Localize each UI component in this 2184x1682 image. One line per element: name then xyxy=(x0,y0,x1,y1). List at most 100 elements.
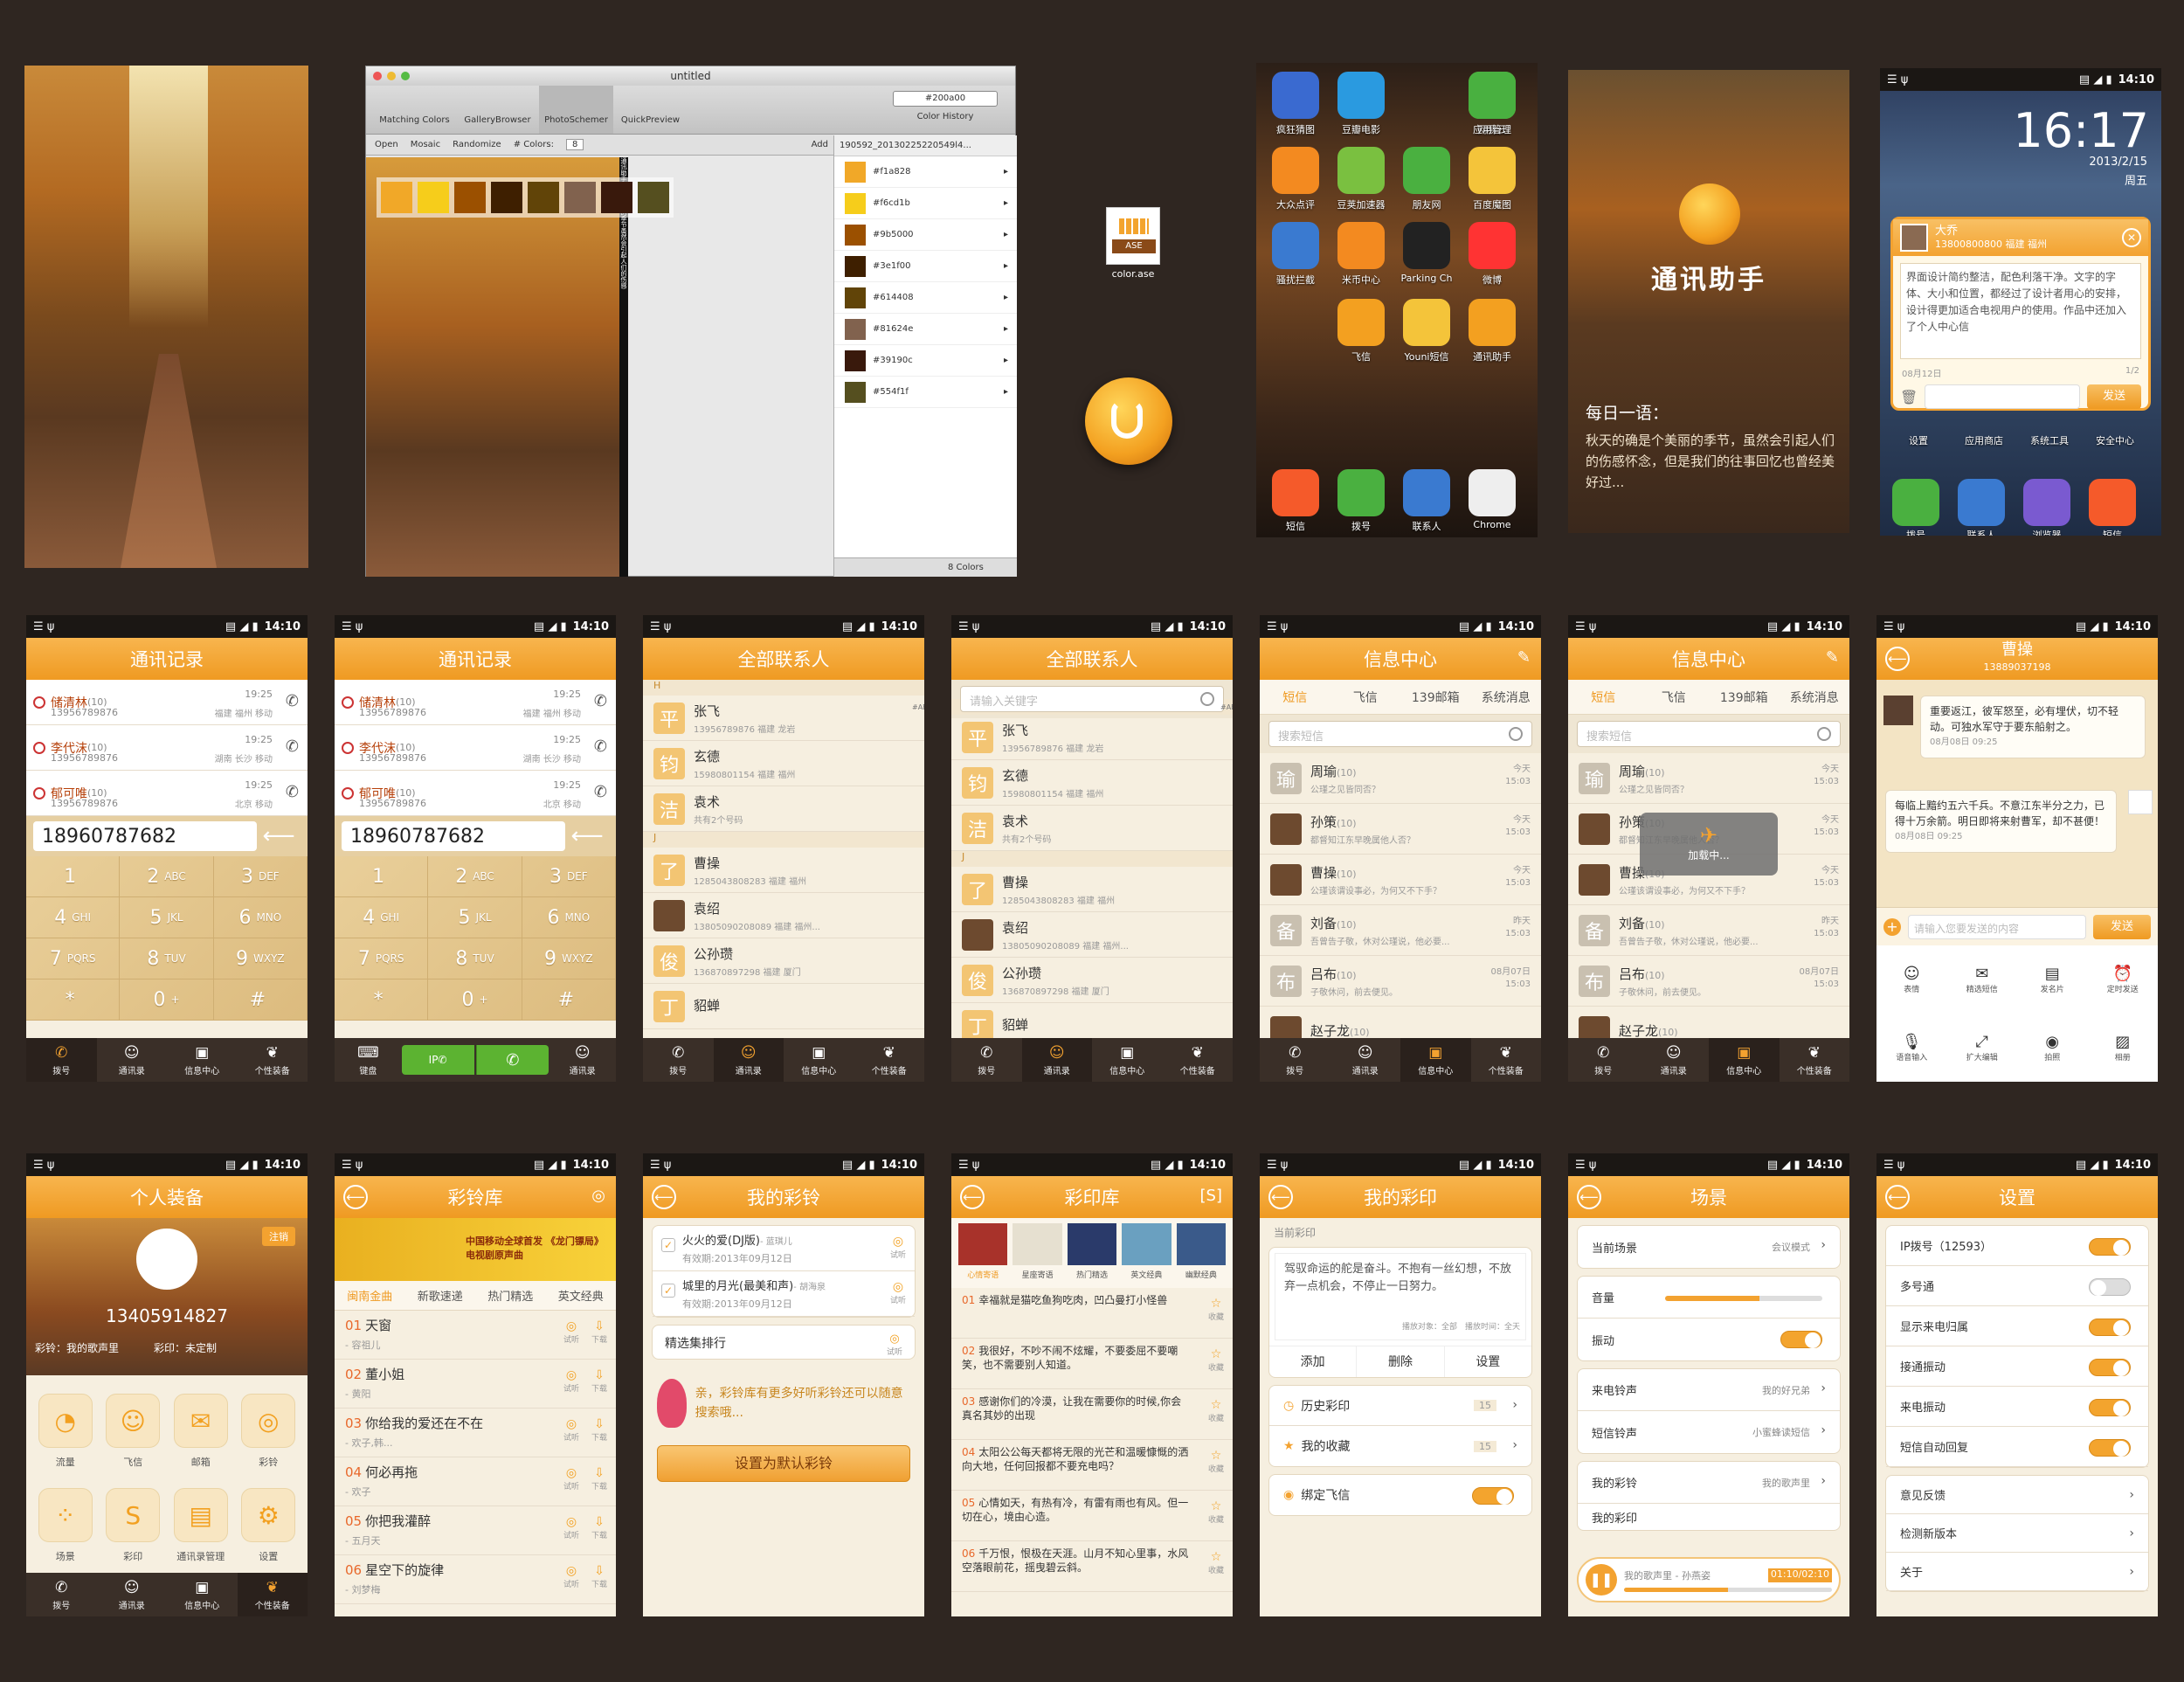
tab-gear[interactable]: ❦ 个性装备 xyxy=(854,1038,925,1082)
gear-item[interactable]: ⁘ 场景 xyxy=(31,1478,100,1573)
app-icon[interactable] xyxy=(1337,147,1385,194)
tab-gear[interactable]: ❦ 个性装备 xyxy=(1163,1038,1234,1082)
tab-messages[interactable]: ▣ 信息中心 xyxy=(1709,1038,1780,1082)
dial-key[interactable]: 3 DEF xyxy=(522,856,616,897)
subtab[interactable]: 系统消息 xyxy=(1471,689,1542,706)
app-label[interactable]: 系统工具 xyxy=(2015,433,2084,447)
my-ring-row[interactable]: ✓ 火火的爱(DJ版)- 蓝琪儿 有效期:2013年09月12日 ◎ 试听 xyxy=(653,1226,915,1271)
app-icon[interactable] xyxy=(1469,299,1516,346)
chat-tool[interactable]: ⤢ 扩大编辑 xyxy=(1947,1014,2018,1082)
favorites-row[interactable]: ★ 我的收藏 15 › xyxy=(1269,1426,1531,1466)
subtab[interactable]: 飞信 xyxy=(1330,689,1401,706)
top-chart-row[interactable]: 精选集排行 ◎ 试听 xyxy=(652,1325,916,1360)
headphone-icon[interactable]: ◎ xyxy=(591,1187,605,1205)
ring-row[interactable]: 03 你给我的爱还在不在 - 欢子,韩... ◎ 试听 ⇩ 下载 xyxy=(335,1409,616,1457)
dial-key[interactable]: 6 MNO xyxy=(522,897,616,938)
trash-icon[interactable]: 🗑 xyxy=(1900,389,1918,405)
chevron-right-icon[interactable]: › xyxy=(2129,1565,2134,1579)
pause-icon[interactable]: ❚❚ xyxy=(1586,1564,1617,1595)
phone-icon[interactable]: ✆ xyxy=(286,783,299,801)
app-icon[interactable] xyxy=(1403,222,1450,269)
phone-icon[interactable]: ✆ xyxy=(594,737,607,756)
my-ring-row[interactable]: ✓ 城里的月光(最美和声)- 胡海泉 有效期:2013年09月12日 ◎ 试听 xyxy=(653,1271,915,1317)
logout-button[interactable]: 注销 xyxy=(262,1227,295,1246)
favorite-button[interactable]: ☆ 收藏 xyxy=(1208,1297,1224,1322)
min-dot-icon[interactable] xyxy=(387,72,396,80)
app-icon[interactable] xyxy=(1403,299,1450,346)
backspace-icon[interactable]: ⟵ xyxy=(257,823,301,849)
subtab[interactable]: 短信 xyxy=(1260,689,1330,706)
call-log-item[interactable]: 郁可唯 (10) 13956789876 19:25 北京 移动 ✆ xyxy=(335,771,616,816)
back-button[interactable]: ⟵ xyxy=(343,1185,368,1209)
back-button[interactable]: ⟵ xyxy=(960,1185,985,1209)
message-thread[interactable]: 备刘备(10) 吾曾告子敬，休对公瑾说，他必要... 昨天 15:03 xyxy=(1260,905,1541,956)
chevron-right-icon[interactable]: › xyxy=(2129,1526,2134,1540)
settings-toggle[interactable] xyxy=(2089,1319,2131,1336)
chevron-right-icon[interactable]: ▸ xyxy=(1004,356,1008,365)
tab-dial[interactable]: ✆ 拨号 xyxy=(26,1573,97,1616)
bind-toggle[interactable] xyxy=(1472,1487,1514,1505)
contact-row[interactable]: 洁袁术 共有2个号码 xyxy=(643,786,924,832)
contact-row[interactable]: 平张飞 13956789876 福建 龙岩 xyxy=(951,715,1233,760)
ring-row[interactable]: 06 星空下的旋律 - 刘梦梅 ◎ 试听 ⇩ 下载 xyxy=(335,1555,616,1604)
close-icon[interactable]: ✕ xyxy=(2122,228,2141,247)
dial-key[interactable]: 2 ABC xyxy=(120,856,214,897)
app-icon[interactable] xyxy=(1337,72,1385,119)
color-swatch-row[interactable]: #39190c ▸ xyxy=(834,345,1017,377)
cy-row[interactable]: 02 我很好，不吵不闹不炫耀，不要委屈不要嘲笑，也不需要别人知道。 ☆ 收藏 xyxy=(951,1339,1233,1389)
cy-category[interactable]: 星座寄语 xyxy=(1013,1223,1062,1283)
back-button[interactable]: ⟵ xyxy=(1268,1185,1293,1209)
chevron-right-icon[interactable]: ▸ xyxy=(1004,261,1008,271)
dock-icon[interactable] xyxy=(1337,469,1385,516)
settings-row[interactable]: 意见反馈 › xyxy=(1886,1476,2148,1514)
download-button[interactable]: ⇩ 下载 xyxy=(591,1417,607,1443)
cy-category[interactable]: 英文经典 xyxy=(1122,1223,1171,1283)
gear-item[interactable]: ▤ 通讯录管理 xyxy=(167,1478,235,1573)
progress-bar[interactable] xyxy=(1624,1587,1832,1592)
sms-popup[interactable]: 大乔 13800800800 福建 福州 ✕ 界面设计简约整洁，配色利落干净。文字… xyxy=(1890,217,2151,411)
dial-number-field[interactable]: 18960787682 xyxy=(342,821,565,851)
quickpreview-tab[interactable]: QuickPreview xyxy=(613,86,688,134)
chat-tool[interactable]: ⏰ 定时发送 xyxy=(2088,945,2159,1014)
tab-contacts[interactable]: ☺ 通讯录 xyxy=(549,1038,616,1082)
dial-key[interactable]: # xyxy=(522,979,616,1021)
contact-row[interactable]: 袁绍 13805090208089 福建 福州... xyxy=(951,912,1233,958)
listen-button[interactable]: ◎ 试听 xyxy=(563,1319,579,1345)
tab-contacts[interactable]: ☺ 通讯录 xyxy=(1639,1038,1710,1082)
cy-category[interactable]: 心情寄语 xyxy=(958,1223,1008,1283)
tab-contacts[interactable]: ☺ 通讯录 xyxy=(97,1573,168,1616)
my-ring-row[interactable]: 我的彩铃 我的歌声里 › xyxy=(1578,1462,1840,1504)
contact-search-input[interactable]: 请输入关键字 xyxy=(960,686,1224,712)
listen-button[interactable]: ◎ 试听 xyxy=(563,1466,579,1492)
hex-select[interactable]: #200a00 xyxy=(893,91,998,107)
app-label[interactable]: 设置 xyxy=(1883,433,1953,447)
gallery-browser-tab[interactable]: GalleryBrowser xyxy=(456,86,539,134)
ring-row[interactable]: 01 天窗 - 容祖儿 ◎ 试听 ⇩ 下载 xyxy=(335,1311,616,1360)
back-button[interactable]: ⟵ xyxy=(1577,1185,1601,1209)
settings-row[interactable]: 检测新版本 › xyxy=(1886,1514,2148,1553)
tab-gear[interactable]: ❦ 个性装备 xyxy=(238,1038,308,1082)
contact-row[interactable]: 袁绍 13805090208089 福建 福州... xyxy=(643,893,924,938)
download-button[interactable]: ⇩ 下载 xyxy=(591,1368,607,1394)
message-thread[interactable]: 瑜周瑜(10) 公瑾之见皆同否？ 今天 15:03 xyxy=(1568,753,1849,804)
sms-search-input[interactable]: 搜索短信 xyxy=(1577,721,1841,747)
dial-key[interactable]: 7 PQRS xyxy=(335,938,429,979)
avatar[interactable] xyxy=(136,1229,197,1290)
dock-icon[interactable] xyxy=(1892,479,1939,526)
listen-button[interactable]: ◎ 试听 xyxy=(563,1564,579,1589)
check-icon[interactable]: ✓ xyxy=(661,1238,675,1252)
app-icon[interactable] xyxy=(1469,147,1516,194)
message-thread[interactable]: 布吕布(10) 子敬休问，前去便见。 08月07日 15:03 xyxy=(1260,956,1541,1007)
app-icon[interactable] xyxy=(1469,222,1516,269)
color-swatch-row[interactable]: #f6cd1b ▸ xyxy=(834,188,1017,219)
call-log-item[interactable]: 储清林 (10) 13956789876 19:25 福建 福州 移动 ✆ xyxy=(26,680,308,725)
listen-button[interactable]: ◎ 试听 xyxy=(563,1515,579,1540)
add-button[interactable]: Add xyxy=(812,140,828,149)
contact-row[interactable]: 了曹操 1285043808283 福建 福州 xyxy=(951,867,1233,912)
delete-button[interactable]: 删除 xyxy=(1357,1346,1445,1377)
message-thread[interactable]: 孙策(10) 都督知江东早晚属他人否？ 今天 15:03 xyxy=(1260,804,1541,855)
dial-key[interactable]: 4 GHI xyxy=(26,897,121,938)
chevron-right-icon[interactable]: ▸ xyxy=(1004,293,1008,302)
sms-tone-row[interactable]: 短信铃声 小蜜蜂读短信 › xyxy=(1578,1411,1840,1453)
dial-key[interactable]: 7 PQRS xyxy=(26,938,121,979)
